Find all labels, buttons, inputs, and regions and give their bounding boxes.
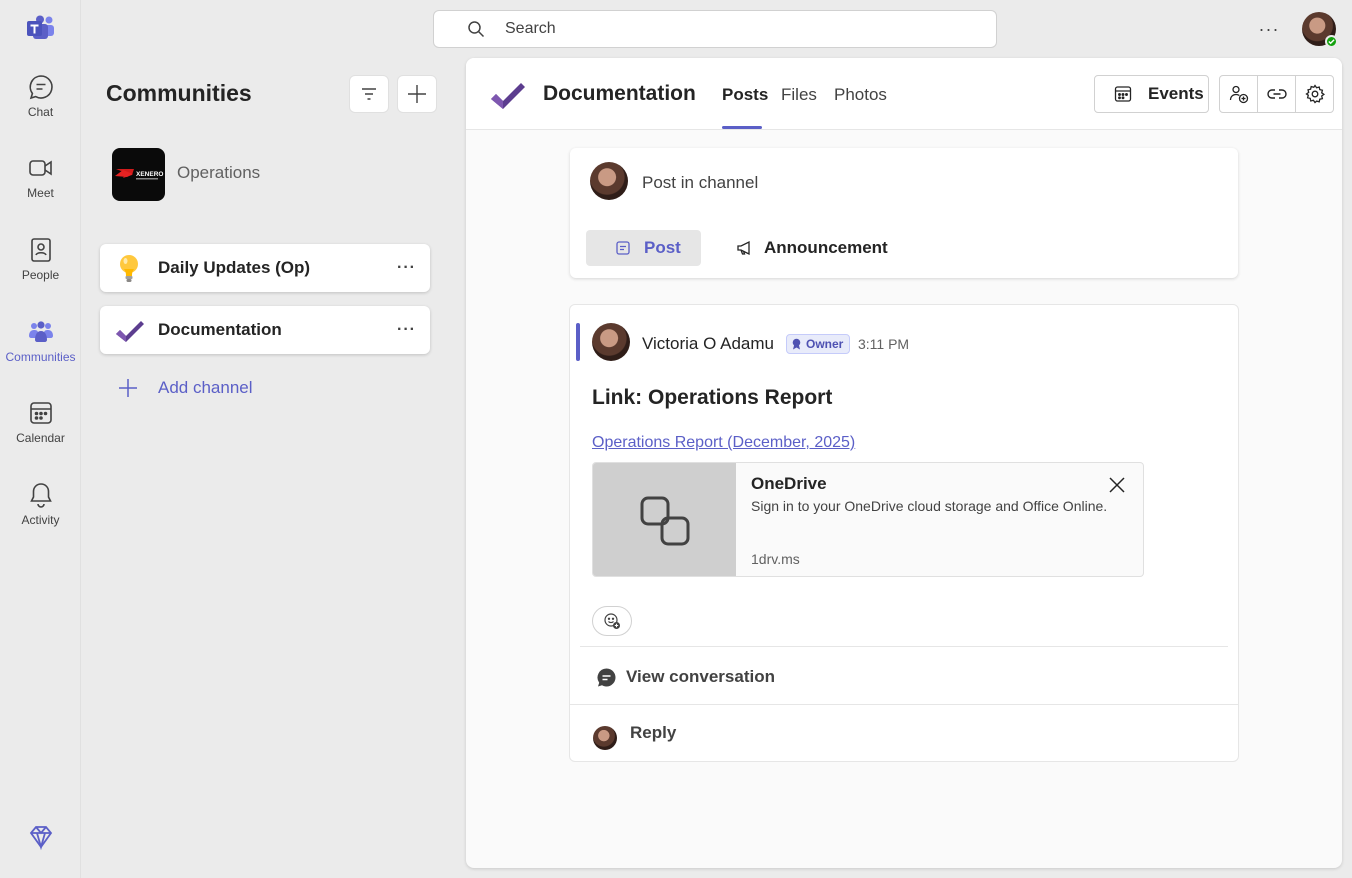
rail-label: Chat xyxy=(27,105,54,119)
announcement-button[interactable]: Announcement xyxy=(736,230,888,266)
channel-panel: Documentation Posts Files Photos Events xyxy=(466,58,1342,868)
post-accent-bar xyxy=(576,323,580,361)
teams-logo-icon[interactable] xyxy=(27,15,55,41)
post-button[interactable]: Post xyxy=(586,230,701,266)
post-card: Victoria O Adamu Owner 3:11 PM Link: Ope… xyxy=(569,304,1239,762)
preview-domain: 1drv.ms xyxy=(751,551,800,567)
communities-icon xyxy=(28,321,53,342)
post-icon xyxy=(616,241,630,255)
rail-label: Meet xyxy=(27,186,54,200)
channel-header: Documentation Posts Files Photos Events xyxy=(466,58,1342,130)
link-icon xyxy=(1266,89,1287,99)
add-member-button[interactable] xyxy=(1220,76,1258,112)
checkmark-icon xyxy=(491,83,525,109)
add-channel-label: Add channel xyxy=(158,378,253,397)
post-subject: Link: Operations Report xyxy=(592,386,833,409)
bell-icon xyxy=(29,483,52,508)
svg-text:XENERO: XENERO xyxy=(136,171,163,178)
owner-badge: Owner xyxy=(786,334,851,354)
channel-item-daily-updates[interactable]: Daily Updates (Op) ··· xyxy=(100,244,430,292)
channel-name: Documentation xyxy=(158,320,282,339)
rail-label: People xyxy=(21,268,60,282)
reply-label: Reply xyxy=(630,723,677,742)
add-reaction-button[interactable] xyxy=(592,606,632,636)
active-tab-indicator xyxy=(722,126,762,129)
view-conversation-label: View conversation xyxy=(626,667,775,686)
rail-item-activity[interactable]: Activity xyxy=(0,481,81,551)
team-logo[interactable]: XENERO xyxy=(112,148,165,201)
add-button[interactable] xyxy=(397,75,437,113)
rail-label: Activity xyxy=(21,513,60,527)
preview-description: Sign in to your OneDrive cloud storage a… xyxy=(751,498,1108,514)
avatar xyxy=(590,162,628,200)
contacts-book-icon xyxy=(30,238,51,262)
rail-label: Calendar xyxy=(16,431,65,445)
post-composer[interactable]: Post in channel Post Announcement xyxy=(570,148,1238,278)
conversation-icon xyxy=(597,668,616,686)
rail-item-people[interactable]: People xyxy=(0,236,81,306)
rail-item-meet[interactable]: Meet xyxy=(0,154,81,224)
filter-icon xyxy=(362,88,376,100)
preview-thumbnail xyxy=(593,463,736,576)
copy-link-button[interactable] xyxy=(1258,76,1296,112)
post-label: Post xyxy=(644,238,681,257)
filter-button[interactable] xyxy=(349,75,389,113)
tab-photos[interactable]: Photos xyxy=(834,85,887,105)
emoji-add-icon xyxy=(604,613,620,629)
header-actions xyxy=(1219,75,1334,113)
presence-available-icon xyxy=(1325,35,1338,48)
diamond-icon[interactable] xyxy=(27,823,55,851)
add-channel-button[interactable]: Add channel xyxy=(117,374,253,402)
plus-icon xyxy=(408,85,426,103)
reply-button[interactable]: Reply xyxy=(570,705,1238,761)
rail-item-calendar[interactable]: Calendar xyxy=(0,399,81,469)
app-rail: Chat Meet People Communities Calendar Ac… xyxy=(0,0,81,878)
view-conversation-button[interactable]: View conversation xyxy=(596,665,775,689)
link-preview-card[interactable]: OneDrive Sign in to your OneDrive cloud … xyxy=(592,462,1144,577)
plus-icon xyxy=(119,379,137,397)
page-title: Communities xyxy=(106,80,252,106)
divider xyxy=(580,646,1228,647)
video-camera-icon xyxy=(28,160,52,176)
badge-label: Owner xyxy=(806,337,844,351)
user-avatar[interactable] xyxy=(1302,12,1338,48)
channel-title: Documentation xyxy=(543,82,696,105)
gear-icon xyxy=(1304,84,1325,104)
calendar-icon xyxy=(1114,86,1132,102)
channel-more-button[interactable]: ··· xyxy=(397,259,416,277)
avatar xyxy=(593,726,617,750)
post-author[interactable]: Victoria O Adamu xyxy=(642,334,774,354)
rail-item-chat[interactable]: Chat xyxy=(0,73,81,143)
rail-item-communities[interactable]: Communities xyxy=(0,318,81,388)
calendar-icon xyxy=(29,402,52,424)
channel-name: Daily Updates (Op) xyxy=(158,258,311,277)
add-people-icon xyxy=(1229,85,1248,104)
rail-label: Communities xyxy=(5,350,76,364)
post-timestamp: 3:11 PM xyxy=(858,336,910,352)
channel-more-button[interactable]: ··· xyxy=(397,321,416,339)
search-box[interactable]: Search xyxy=(433,10,997,48)
more-options-button[interactable]: ··· xyxy=(1254,14,1284,44)
link-icon xyxy=(640,496,689,545)
lightbulb-icon xyxy=(120,255,138,282)
tab-files[interactable]: Files xyxy=(781,85,817,105)
tab-posts[interactable]: Posts xyxy=(722,85,768,105)
post-link[interactable]: Operations Report (December, 2025) xyxy=(592,434,855,452)
close-icon[interactable] xyxy=(1107,475,1127,495)
preview-title: OneDrive xyxy=(751,474,827,493)
author-avatar[interactable] xyxy=(592,323,630,361)
announcement-label: Announcement xyxy=(764,238,888,257)
chat-icon xyxy=(29,75,53,100)
megaphone-icon xyxy=(737,240,750,256)
search-placeholder: Search xyxy=(505,20,556,37)
search-icon xyxy=(468,21,485,38)
composer-placeholder[interactable]: Post in channel xyxy=(642,173,758,193)
team-name[interactable]: Operations xyxy=(177,163,260,183)
channel-item-documentation[interactable]: Documentation ··· xyxy=(100,306,430,354)
settings-button[interactable] xyxy=(1296,76,1333,112)
events-button[interactable]: Events xyxy=(1094,75,1209,113)
ribbon-icon xyxy=(792,338,801,350)
events-label: Events xyxy=(1148,84,1204,103)
checkmark-icon xyxy=(116,321,144,342)
